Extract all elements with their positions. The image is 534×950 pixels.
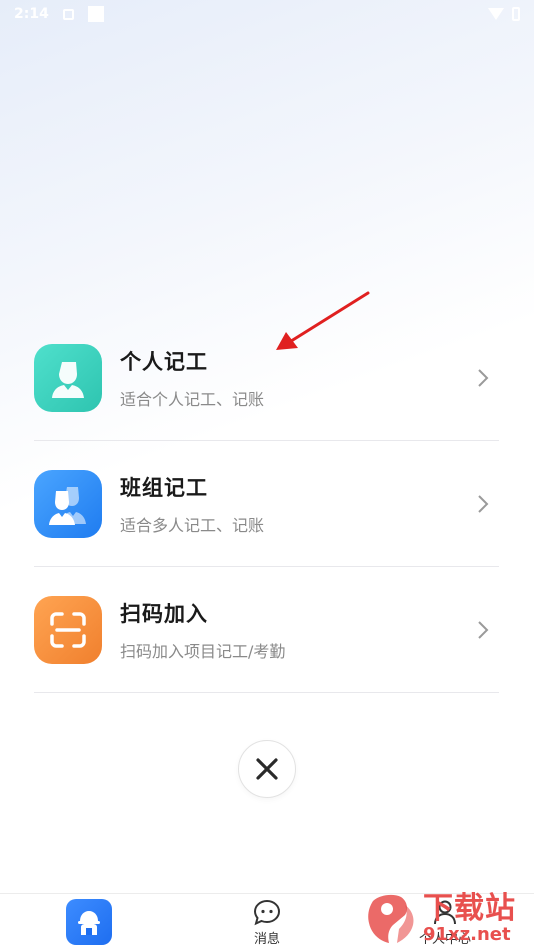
menu-subtitle: 适合个人记工、记账 — [120, 389, 265, 409]
menu-subtitle: 适合多人记工、记账 — [120, 515, 265, 535]
menu-title: 扫码加入 — [120, 601, 208, 626]
chevron-right-icon — [473, 494, 493, 514]
menu-item-scan[interactable]: 扫码加入 扫码加入项目记工/考勤 — [34, 567, 499, 693]
menu-list: 个人记工 适合个人记工、记账 班组记工 适合多人记工、记账 扫码加入 扫码加入项… — [34, 315, 499, 693]
menu-text: 个人记工 适合个人记工、记账 — [120, 346, 473, 410]
watermark-en: 91xz.net — [423, 924, 511, 945]
wifi-icon — [488, 8, 504, 20]
watermark-text: 下载站 91xz.net — [423, 893, 516, 945]
status-time: 2:14 — [14, 6, 49, 22]
menu-text: 扫码加入 扫码加入项目记工/考勤 — [120, 598, 473, 662]
menu-text: 班组记工 适合多人记工、记账 — [120, 472, 473, 536]
chat-bubble-icon — [253, 899, 281, 925]
menu-subtitle: 扫码加入项目记工/考勤 — [120, 641, 286, 661]
chevron-right-icon — [473, 368, 493, 388]
menu-title: 个人记工 — [120, 349, 208, 374]
close-icon — [256, 758, 278, 780]
scan-frame-icon — [34, 595, 102, 664]
watermark-logo-icon — [368, 894, 414, 943]
tab-message[interactable]: 消息 — [178, 894, 356, 950]
group-silhouette-icon — [34, 469, 102, 538]
menu-item-team[interactable]: 班组记工 适合多人记工、记账 — [34, 441, 499, 567]
notification-icon — [62, 8, 74, 20]
chevron-right-icon — [473, 620, 493, 640]
menu-item-personal[interactable]: 个人记工 适合个人记工、记账 — [34, 315, 499, 441]
battery-icon — [512, 7, 520, 21]
worker-helmet-icon — [66, 899, 112, 945]
person-silhouette-icon — [34, 343, 102, 412]
menu-title: 班组记工 — [120, 475, 208, 500]
notification-icon — [87, 6, 104, 22]
status-bar: 2:14 — [0, 0, 534, 28]
watermark: 下载站 91xz.net — [365, 888, 534, 950]
watermark-cn: 下载站 — [423, 891, 516, 926]
status-indicators — [488, 7, 520, 21]
tab-label: 消息 — [253, 931, 280, 947]
close-button[interactable] — [238, 740, 296, 798]
tab-home[interactable] — [0, 894, 178, 950]
